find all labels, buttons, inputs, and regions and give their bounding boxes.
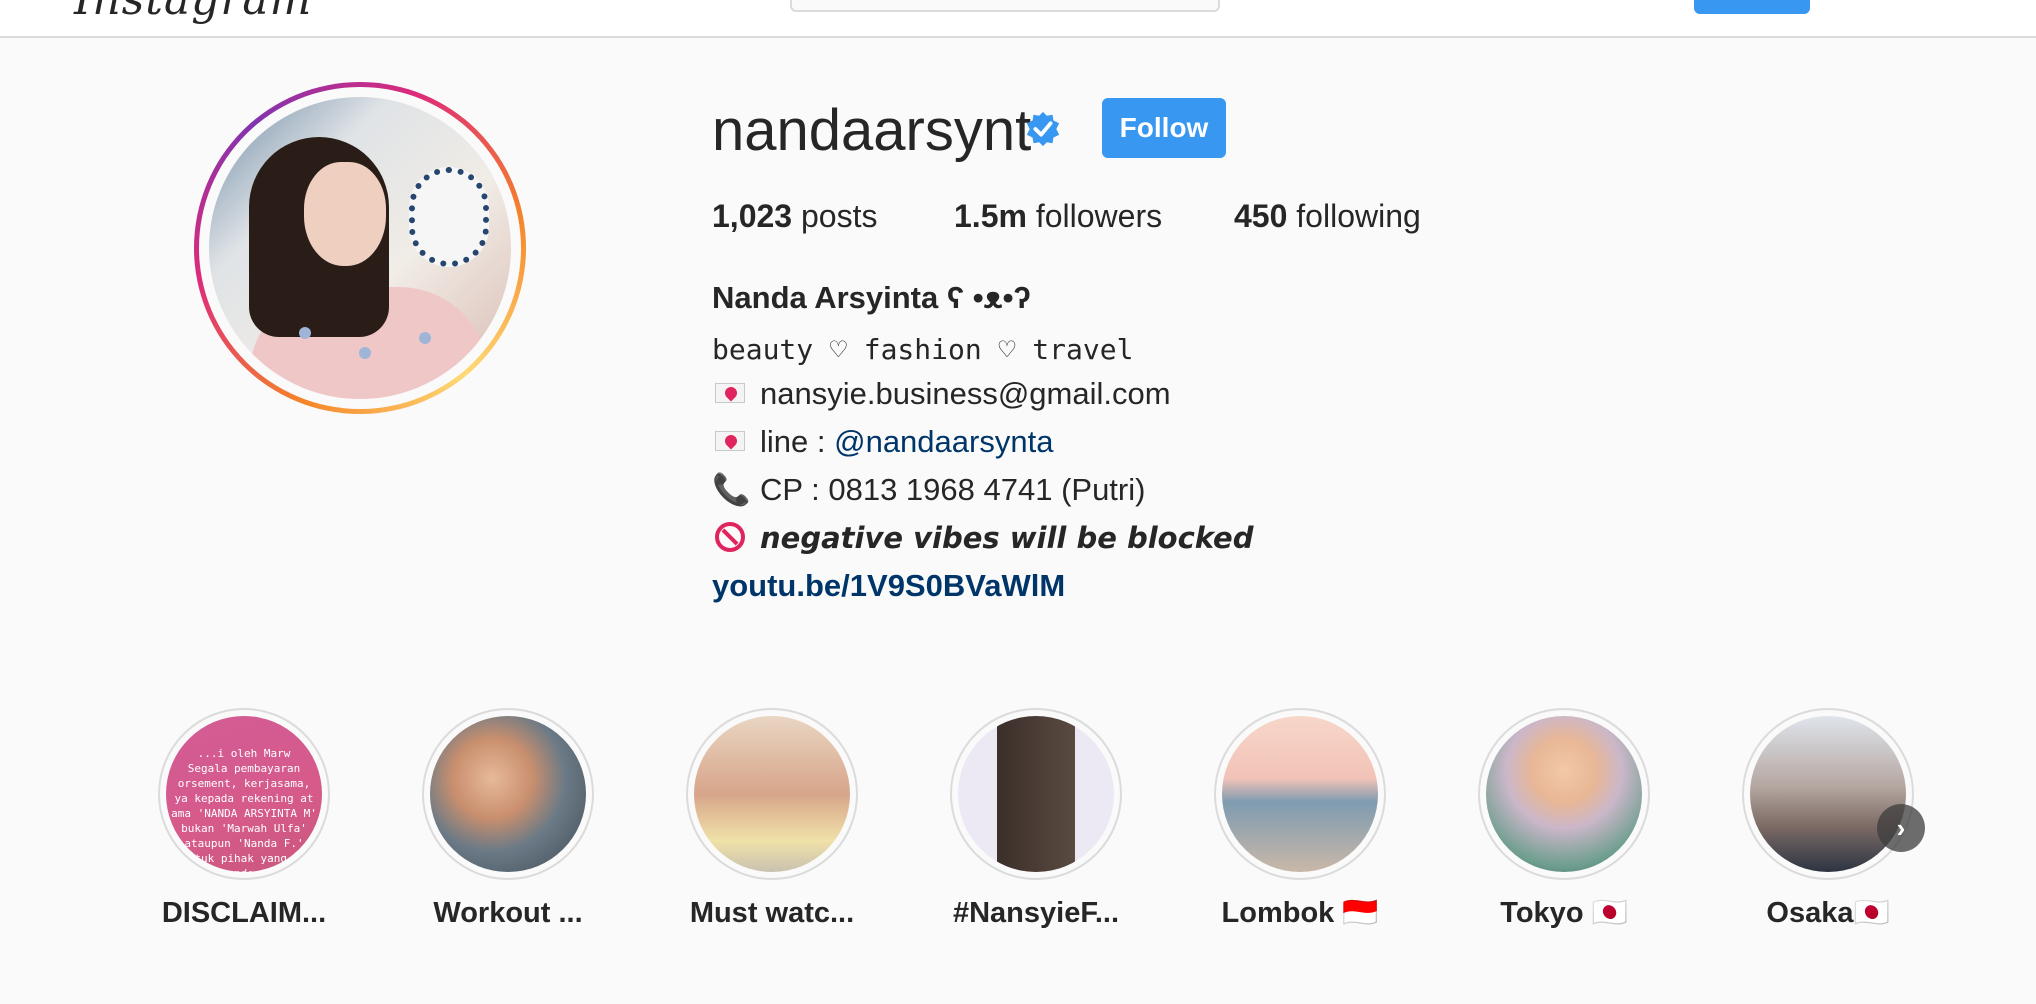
instagram-logo[interactable]: Instagram <box>74 0 312 22</box>
highlight-item[interactable]: ...i oleh Marw Segala pembayaran orsemen… <box>124 708 364 932</box>
no-entry-icon <box>712 518 748 558</box>
profile-avatar[interactable] <box>194 82 526 414</box>
top-navigation-bar: Instagram <box>0 0 2036 38</box>
chevron-right-icon[interactable]: › <box>1877 804 1925 852</box>
highlight-label: Osaka🇯🇵 <box>1766 897 1890 929</box>
highlight-cover <box>1478 708 1650 880</box>
highlight-preview-text: ...i oleh Marw Segala pembayaran orsemen… <box>171 747 317 872</box>
posts-count[interactable]: 1,023 posts <box>712 196 877 236</box>
highlight-item[interactable]: Lombok 🇮🇩 <box>1180 708 1420 932</box>
highlight-cover <box>950 708 1122 880</box>
bio-negative-line: negative vibes will be blocked <box>712 518 1253 558</box>
highlight-label: Workout ... <box>433 897 583 929</box>
highlight-label: Lombok 🇮🇩 <box>1221 897 1379 929</box>
highlight-label: DISCLAIM... <box>161 897 327 929</box>
bio-line-prefix: line : <box>760 424 835 459</box>
profile-username: nandaarsynt <box>712 98 1032 163</box>
highlight-label: Must watc... <box>689 897 855 929</box>
followers-count[interactable]: 1.5m followers <box>954 196 1162 236</box>
followers-count-value: 1.5m <box>954 198 1027 234</box>
love-letter-icon <box>712 374 748 414</box>
highlight-label: #NansyieF... <box>952 897 1120 929</box>
highlight-item[interactable]: Workout ... <box>388 708 628 932</box>
highlight-cover: ...i oleh Marw Segala pembayaran orsemen… <box>158 708 330 880</box>
bio-external-link[interactable]: youtu.be/1V9S0BVaWlM <box>712 566 1065 606</box>
following-count-label: following <box>1287 198 1421 234</box>
bio-negative-text: negative vibes will be blocked <box>760 521 1254 555</box>
highlight-label: Tokyo 🇯🇵 <box>1500 897 1628 929</box>
avatar-photo <box>209 97 511 399</box>
highlight-cover <box>1214 708 1386 880</box>
verified-badge-icon <box>1026 111 1060 147</box>
highlight-cover <box>422 708 594 880</box>
bio-tagline: beauty ♡ fashion ♡ travel <box>712 333 1134 366</box>
bio-phone: CP : 0813 1968 4741 (Putri) <box>760 472 1146 507</box>
following-count-value: 450 <box>1234 198 1288 234</box>
line-handle-link[interactable]: @nandaarsynta <box>834 424 1053 459</box>
highlight-item[interactable]: Tokyo 🇯🇵 <box>1444 708 1684 932</box>
nav-action-button[interactable] <box>1694 0 1810 14</box>
phone-icon: 📞 <box>712 472 751 507</box>
highlight-item[interactable]: Must watc... <box>652 708 892 932</box>
following-count[interactable]: 450 following <box>1234 196 1421 236</box>
love-letter-icon <box>712 422 748 462</box>
search-input[interactable] <box>790 0 1220 12</box>
followers-count-label: followers <box>1026 198 1163 234</box>
posts-count-value: 1,023 <box>712 198 793 234</box>
profile-full-name: Nanda Arsyinta ʕ •ᴥ•ʔ <box>712 280 1031 315</box>
bio-email-line: nansyie.business@gmail.com <box>712 374 1171 414</box>
highlight-cover <box>1742 708 1914 880</box>
follow-button[interactable]: Follow <box>1102 98 1226 158</box>
posts-count-label: posts <box>792 198 878 234</box>
bio-line-contact: line : @nandaarsynta <box>712 422 1053 462</box>
bio-email: nansyie.business@gmail.com <box>760 376 1171 411</box>
highlight-item[interactable]: #NansyieF... <box>916 708 1156 932</box>
bio-phone-line: 📞 CP : 0813 1968 4741 (Putri) <box>712 470 1145 510</box>
highlight-cover <box>686 708 858 880</box>
